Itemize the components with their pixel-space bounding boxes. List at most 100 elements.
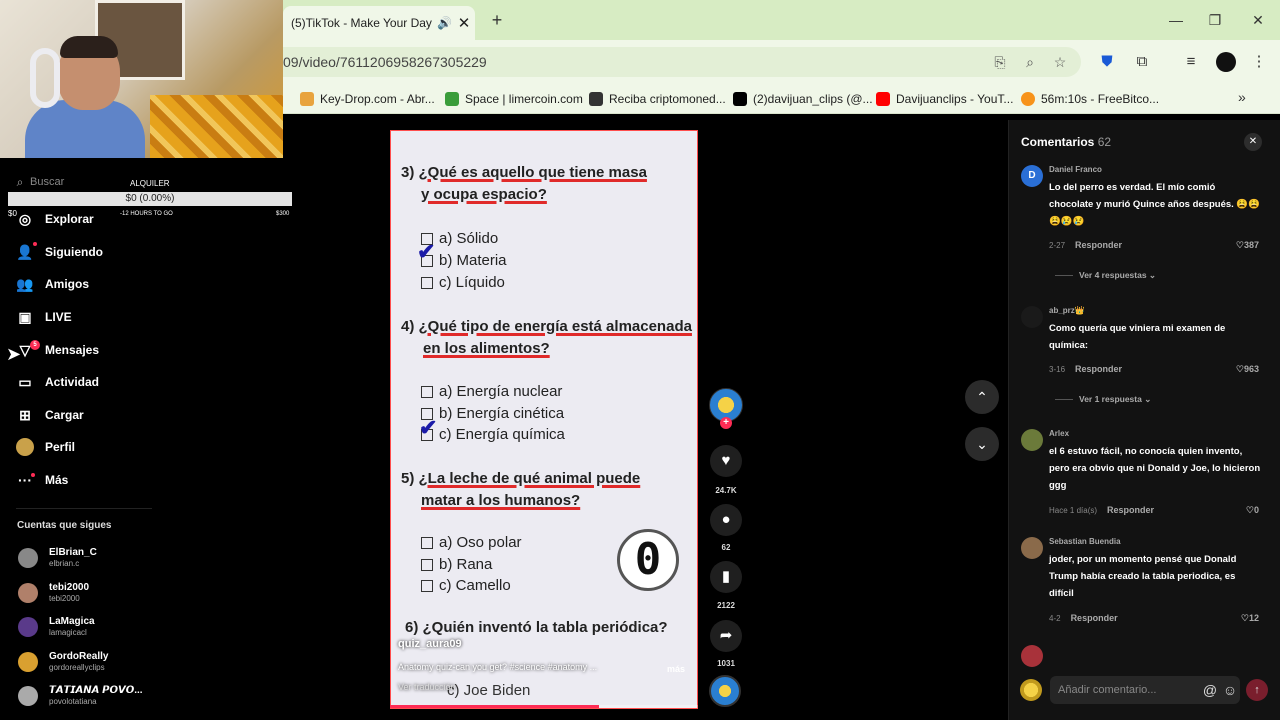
comment-user[interactable]: Arlex [1049, 429, 1069, 438]
avatar[interactable] [1021, 306, 1043, 328]
see-translation-link[interactable]: Ver traducción [398, 682, 456, 692]
profile-avatar[interactable] [1216, 52, 1236, 72]
bookmark-favicon [589, 92, 603, 106]
reply-button[interactable]: Responder [1075, 240, 1122, 250]
close-icon: ✕ [1248, 136, 1258, 147]
avatar[interactable] [1021, 429, 1043, 451]
nav-mas[interactable]: ··· Más [16, 467, 68, 493]
video-progress-bar[interactable] [390, 705, 698, 708]
view-replies-button[interactable]: Ver 4 respuestas ⌄ [1055, 270, 1156, 281]
bookmark-star-icon[interactable]: ☆ [1051, 53, 1069, 71]
comment-like-button[interactable]: ♡0 [1246, 505, 1259, 516]
goal-label: ALQUILER [130, 179, 170, 188]
followed-account[interactable]: GordoReally gordoreallyclips [18, 647, 108, 677]
comment-user[interactable]: Sebastian Buendia [1049, 537, 1121, 546]
nav-amigos[interactable]: 👥 Amigos [16, 271, 89, 297]
comment-like-button[interactable]: ♡387 [1236, 240, 1259, 251]
nav-siguiendo[interactable]: 👤 Siguiendo [16, 239, 103, 265]
option: c) Camello [421, 577, 511, 594]
nav-actividad[interactable]: ▭ Actividad [16, 369, 99, 395]
bookmark-item[interactable]: Key-Drop.com - Abr... [300, 89, 435, 109]
checkmark-icon: ✔ [417, 239, 436, 264]
comment-item: Arlex el 6 estuvo fácil, no conocía quie… [1021, 429, 1261, 519]
browser-tab-active[interactable]: (5)TikTok - Make Your Day 🔊 ✕ [283, 6, 475, 40]
messages-badge: 5 [30, 340, 40, 350]
bookmark-favicon [300, 92, 314, 106]
search-input[interactable]: ⌕ Buscar [10, 170, 150, 194]
bookmark-item[interactable]: (2)davijuan_clips (@... [733, 89, 873, 109]
mention-icon[interactable]: @ [1200, 682, 1220, 698]
comment-user[interactable]: Daniel Franco [1049, 165, 1102, 174]
view-replies-button[interactable]: Ver 1 respuesta ⌄ [1055, 394, 1151, 405]
bookmark-item[interactable]: Reciba criptomoned... [589, 89, 726, 109]
next-video-button[interactable]: ⌄ [965, 427, 999, 461]
user-follow-icon: 👤 [16, 244, 34, 260]
restore-button[interactable]: ❐ [1201, 8, 1229, 32]
send-comment-button[interactable]: ↑ [1246, 679, 1268, 701]
comment-placeholder: Añadir comentario... [1058, 684, 1157, 696]
nav-perfil[interactable]: Perfil [16, 434, 75, 460]
followed-account[interactable]: ElBrian_C elbrian.c [18, 543, 97, 573]
music-disc-icon[interactable] [709, 675, 741, 707]
goal-target-value: $300 [276, 211, 290, 217]
nav-live[interactable]: ▣ LIVE [16, 304, 71, 330]
comment-meta: 3-16 Responder [1049, 364, 1123, 374]
avatar[interactable] [1021, 645, 1043, 667]
extensions-puzzle-icon[interactable]: ⧉ [1132, 52, 1152, 72]
bookmark-item[interactable]: Space | limercoin.com [445, 89, 583, 109]
zoom-icon[interactable]: ⌕ [1021, 53, 1039, 71]
reply-button[interactable]: Responder [1071, 613, 1118, 623]
bookmark-item[interactable]: 56m:10s - FreeBitco... [1021, 89, 1159, 109]
media-control-icon[interactable]: ≡ [1181, 52, 1201, 72]
tab-close-icon[interactable]: ✕ [453, 14, 475, 32]
question-3-line2: y ocupa espacio? [421, 186, 547, 203]
address-text: 09/video/7611206958267305229 [283, 54, 487, 70]
nav-mensajes[interactable]: ▽ Mensajes [16, 337, 99, 363]
followed-account[interactable]: tebi2000 tebi2000 [18, 578, 89, 608]
upload-icon: ⊞ [19, 407, 31, 423]
comment-button[interactable]: ● [710, 504, 742, 536]
shield-extension-icon[interactable]: ⛊ [1097, 52, 1117, 72]
comment-like-button[interactable]: ♡12 [1241, 613, 1259, 624]
chevron-up-icon: ⌃ [976, 389, 988, 405]
like-button[interactable]: ♥ [710, 445, 742, 477]
nav-explorar[interactable]: ◎ Explorar [16, 206, 94, 232]
share-button[interactable]: ➦ [710, 620, 742, 652]
checkbox-icon [421, 276, 433, 289]
comment-item: D Daniel Franco Lo del perro es verdad. … [1021, 165, 1261, 285]
save-button[interactable]: ▮ [710, 561, 742, 593]
install-app-icon[interactable]: ⎘ [991, 53, 1009, 71]
countdown-timer: 0 [617, 529, 679, 591]
bookmarks-overflow-icon[interactable]: » [1238, 89, 1246, 105]
avatar[interactable] [1021, 537, 1043, 559]
close-window-button[interactable]: ✕ [1244, 8, 1272, 32]
video-author[interactable]: quiz_aura09 [398, 638, 462, 650]
reply-button[interactable]: Responder [1107, 505, 1154, 515]
follow-plus-icon[interactable]: + [720, 417, 732, 429]
close-comments-button[interactable]: ✕ [1244, 133, 1262, 151]
previous-video-button[interactable]: ⌃ [965, 380, 999, 414]
speaker-icon[interactable]: 🔊 [437, 16, 453, 30]
comment-input[interactable]: Añadir comentario... @ ☺ [1050, 676, 1240, 704]
avatar [18, 652, 38, 672]
followed-account[interactable]: 𝙏𝘼𝙏𝙄𝘼𝙉𝘼 𝙋𝙊𝙑𝙊... povolotatiana [18, 681, 143, 711]
browser-menu-icon[interactable]: ⋮ [1249, 52, 1269, 72]
emoji-icon[interactable]: ☺ [1220, 682, 1240, 698]
description-more-link[interactable]: más [667, 664, 685, 674]
heart-outline-icon: ♡ [1245, 505, 1254, 515]
comment-user[interactable]: ab_prz👑 [1049, 306, 1085, 315]
comment-like-button[interactable]: ♡963 [1236, 364, 1259, 375]
nav-cargar[interactable]: ⊞ Cargar [16, 402, 84, 428]
address-bar[interactable]: 09/video/7611206958267305229 [283, 47, 1081, 77]
question-5-line2: matar a los humanos? [421, 492, 581, 509]
avatar [1020, 679, 1042, 701]
reply-button[interactable]: Responder [1075, 364, 1122, 374]
comment-input-row: Añadir comentario... @ ☺ ↑ [1020, 676, 1268, 704]
avatar[interactable]: D [1021, 165, 1043, 187]
video-player[interactable]: 3) ¿Qué es aquello que tiene masa y ocup… [390, 130, 698, 709]
new-tab-button[interactable]: + [487, 10, 507, 30]
minimize-button[interactable]: — [1162, 8, 1190, 32]
webcam-person-hair [60, 36, 118, 58]
followed-account[interactable]: LaMagica lamagicacl [18, 612, 95, 642]
bookmark-item[interactable]: Davijuanclips - YouT... [876, 89, 1013, 109]
